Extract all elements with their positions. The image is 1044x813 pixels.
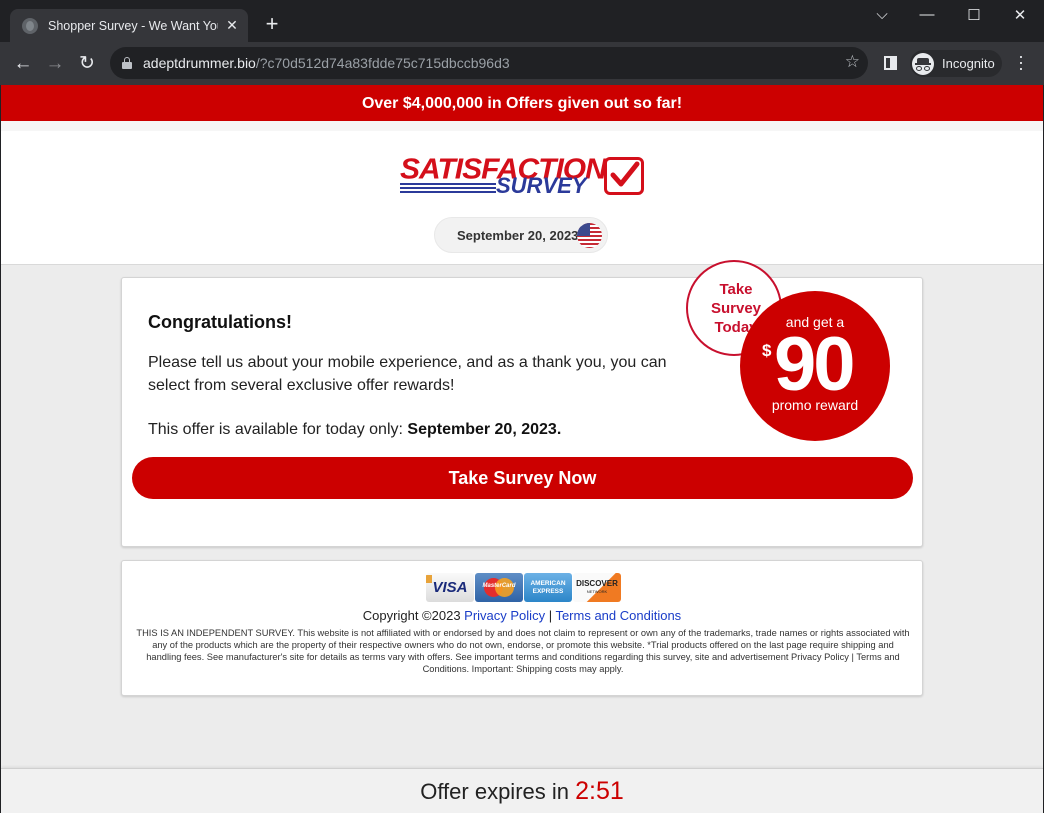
date-pill: September 20, 2023 [434, 217, 608, 253]
availability-prefix: This offer is available for today only: [148, 421, 408, 438]
amex-card-icon: AMERICAN EXPRESS [524, 573, 572, 602]
payment-cards: VISA MasterCard AMERICAN EXPRESS DISCOVE… [426, 573, 621, 602]
take-survey-now-button[interactable]: Take Survey Now [132, 457, 913, 499]
bookmark-star-icon[interactable]: ☆ [845, 52, 860, 72]
address-bar[interactable]: adeptdrummer.bio/?c70d512d74a83fdde75c71… [110, 47, 868, 79]
page-header: SATISFACTION SURVEY September 20, 2023 [1, 131, 1043, 265]
copyright-line: Copyright ©2023 Privacy Policy | Terms a… [122, 608, 922, 623]
lock-icon[interactable] [122, 57, 132, 69]
browser-menu-icon[interactable]: · · · [1014, 47, 1028, 77]
browser-window: Shopper Survey - We Want Your ✕ + ⌵ — ☐ … [0, 0, 1044, 813]
banner-strip [1, 121, 1043, 131]
reward-amount: 90 [774, 322, 856, 407]
date-text: September 20, 2023 [457, 228, 579, 243]
maximize-button[interactable]: ☐ [959, 6, 989, 24]
disclaimer-text: THIS IS AN INDEPENDENT SURVEY. This webs… [136, 628, 910, 674]
page-footer: VISA MasterCard AMERICAN EXPRESS DISCOVE… [121, 560, 923, 696]
globe-icon [22, 17, 38, 34]
url-text[interactable]: adeptdrummer.bio/?c70d512d74a83fdde75c71… [143, 55, 510, 71]
incognito-indicator[interactable]: Incognito [910, 50, 1002, 77]
reward-bottom-text: promo reward [771, 397, 859, 413]
forward-button[interactable]: → [43, 53, 67, 75]
offer-message: Please tell us about your mobile experie… [148, 354, 667, 394]
congrats-heading: Congratulations! [148, 312, 292, 332]
minimize-button[interactable]: — [912, 6, 942, 23]
logo-text-survey: SURVEY [496, 173, 587, 198]
url-domain: adeptdrummer.bio [143, 55, 256, 71]
availability-text: This offer is available for today only: … [148, 421, 561, 439]
back-button[interactable]: ← [11, 53, 35, 75]
badge-line-1: Take [719, 281, 753, 298]
tab-strip: Shopper Survey - We Want Your ✕ + ⌵ — ☐ … [0, 0, 1044, 42]
tab-active[interactable]: Shopper Survey - We Want Your ✕ [10, 9, 248, 42]
terms-link[interactable]: Terms and Conditions [555, 608, 681, 623]
browser-toolbar: ← → ↻ adeptdrummer.bio/?c70d512d74a83fdd… [0, 42, 1044, 85]
top-banner: Over $4,000,000 in Offers given out so f… [1, 85, 1043, 121]
close-window-button[interactable]: ✕ [1005, 6, 1035, 24]
reload-button[interactable]: ↻ [75, 53, 99, 75]
web-page: Over $4,000,000 in Offers given out so f… [1, 85, 1043, 813]
discover-card-icon: DISCOVER NETWORK [573, 573, 621, 602]
satisfaction-survey-logo: SATISFACTION SURVEY [400, 155, 646, 201]
promo-reward-badge: and get a $ 90 promo reward [740, 291, 890, 441]
offer-expires-bar: Offer expires in 2:51 [1, 768, 1043, 813]
new-tab-button[interactable]: + [262, 13, 282, 35]
tab-title: Shopper Survey - We Want Your [48, 18, 218, 33]
expires-label: Offer expires in [420, 779, 576, 804]
reward-currency: $ [762, 341, 772, 360]
url-path: /?c70d512d74a83fdde75c715dbccb96d3 [255, 55, 510, 71]
availability-date: September 20, 2023. [407, 421, 562, 438]
privacy-policy-link[interactable]: Privacy Policy [464, 608, 545, 623]
copyright-text: Copyright ©2023 [362, 608, 465, 623]
side-panel-icon[interactable] [884, 56, 897, 70]
incognito-label: Incognito [942, 56, 995, 71]
mastercard-card-icon: MasterCard [475, 573, 523, 602]
logo-stripes [400, 183, 496, 195]
link-separator: | [545, 608, 556, 623]
checkbox-check-icon [604, 157, 644, 195]
countdown-timer: 2:51 [575, 777, 624, 805]
close-tab-icon[interactable]: ✕ [224, 17, 240, 34]
incognito-icon [912, 52, 934, 75]
tab-search-chevron-icon[interactable]: ⌵ [867, 6, 897, 23]
visa-card-icon: VISA [426, 573, 474, 602]
us-flag-icon [577, 223, 602, 248]
